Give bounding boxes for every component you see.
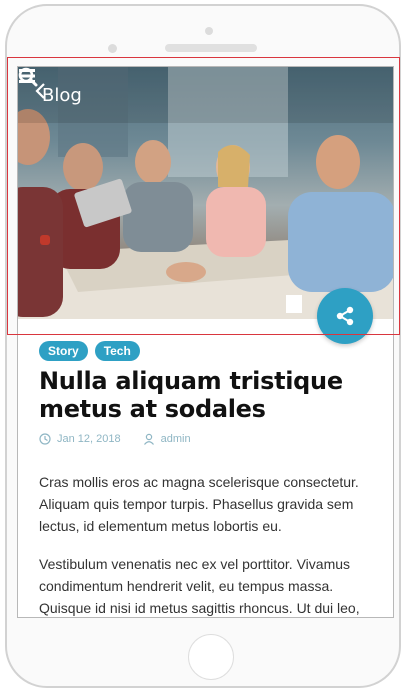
tag-story[interactable]: Story [39,341,88,361]
search-icon[interactable] [18,67,38,87]
post-date-text: Jan 12, 2018 [57,433,121,445]
user-icon [143,433,154,445]
hero-image: Blog [18,67,393,319]
post-date: Jan 12, 2018 [39,433,121,445]
clock-icon [39,433,51,445]
phone-screen: Blog Story Tech Nulla aliquam tristique … [17,66,394,618]
share-icon [336,306,354,326]
top-bar: Blog [18,67,393,123]
back-button[interactable]: Blog [34,81,82,109]
share-button[interactable] [317,288,373,344]
front-camera [108,44,117,53]
post-author-text: admin [160,433,191,445]
post-title: Nulla aliquam tristique metus at sodales [39,367,343,423]
earpiece-speaker [165,44,257,52]
tag-tech[interactable]: Tech [94,341,140,361]
post-meta: Jan 12, 2018 admin [39,433,191,445]
tag-list: Story Tech [39,341,140,361]
post-paragraph: Cras mollis eros ac magna scelerisque co… [39,474,359,534]
home-button[interactable] [188,634,234,680]
post-paragraph: Vestibulum venenatis nec ex vel porttito… [39,556,360,616]
front-sensor [205,27,213,35]
post-author[interactable]: admin [143,433,191,445]
